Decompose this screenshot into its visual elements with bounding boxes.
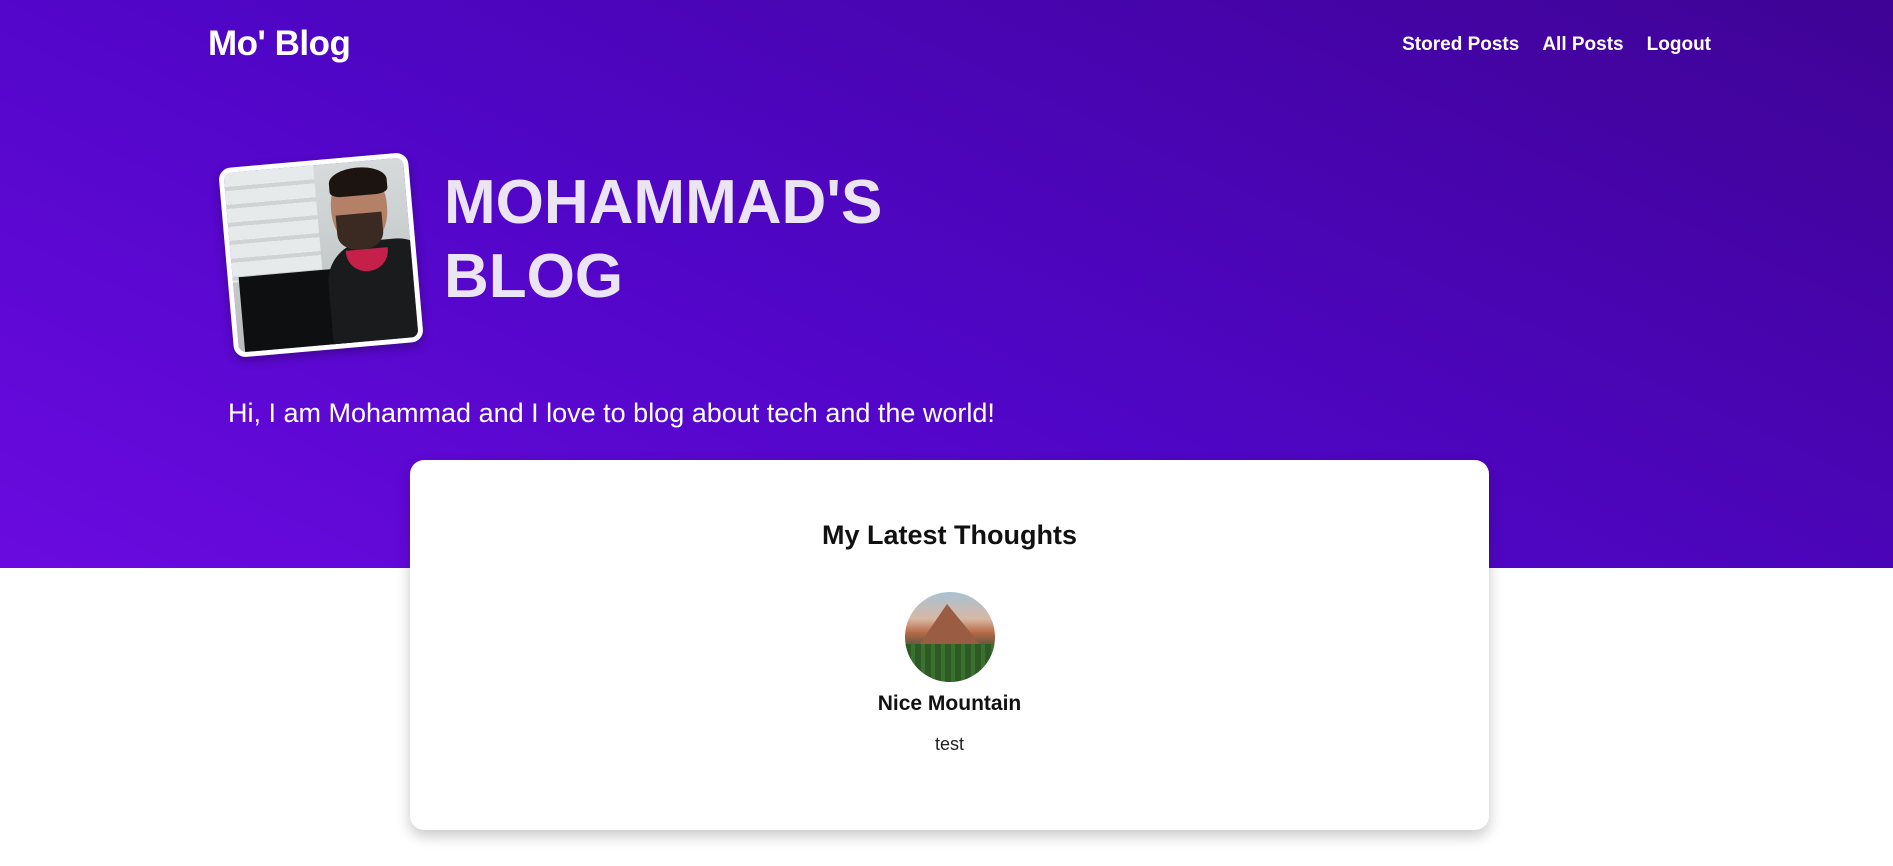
blog-title-line-1: MOHAMMAD'S	[444, 168, 883, 237]
brand-logo-link[interactable]: Mo' Blog	[208, 24, 351, 64]
blog-title-line-2: BLOG	[444, 242, 624, 311]
blog-title: MOHAMMAD'S BLOG	[444, 166, 964, 314]
nav-stored-posts-link[interactable]: Stored Posts	[1402, 34, 1519, 56]
post-item[interactable]: Nice Mountain test	[410, 592, 1489, 755]
post-title[interactable]: Nice Mountain	[410, 692, 1489, 716]
latest-posts-heading: My Latest Thoughts	[822, 520, 1077, 550]
nav-all-posts-link[interactable]: All Posts	[1542, 34, 1623, 56]
post-thumbnail-image[interactable]	[904, 592, 995, 682]
blog-intro-text: Hi, I am Mohammad and I love to blog abo…	[228, 398, 995, 428]
main-nav: Stored Posts All Posts Logout	[1402, 34, 1711, 56]
top-nav-bar: Mo' Blog Stored Posts All Posts Logout	[0, 0, 1893, 96]
post-excerpt: test	[934, 734, 964, 754]
latest-posts-card: My Latest Thoughts Nice Mountain test	[410, 460, 1489, 830]
nav-logout-link[interactable]: Logout	[1647, 34, 1711, 56]
author-avatar	[218, 152, 424, 358]
